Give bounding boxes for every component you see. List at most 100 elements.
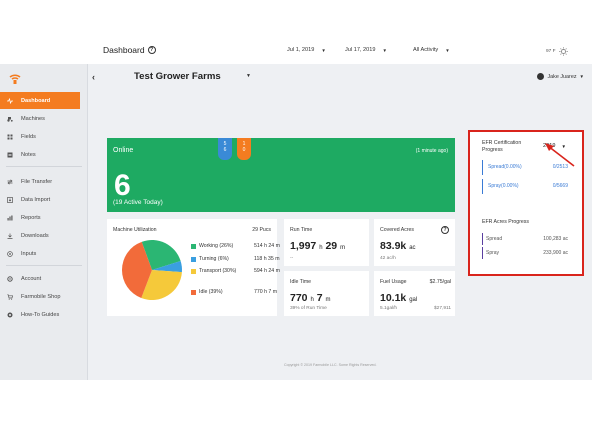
annotation-arrow-icon xyxy=(545,143,575,167)
tractor-icon xyxy=(7,116,13,122)
footer-copyright: Copyright © 2019 Farmobile LLC. Some Rig… xyxy=(284,363,377,367)
farm-selector[interactable]: Test Grower Farms xyxy=(134,71,221,82)
legend-value: 770 h 7 m xyxy=(254,289,278,295)
sidebar-item-data-import[interactable]: Data Import xyxy=(0,191,80,208)
user-menu[interactable]: Jake Juarez ▼ xyxy=(537,73,584,80)
legend-swatch xyxy=(191,269,196,274)
help-icon xyxy=(7,312,13,317)
run-time-card[interactable]: Run Time 1,997 h 29 m -- xyxy=(284,219,369,266)
sidebar-item-inputs[interactable]: Inputs xyxy=(0,245,80,262)
sidebar-item-label: Account xyxy=(21,275,42,282)
sidebar-item-label: Fields xyxy=(21,133,36,140)
online-card[interactable]: Online (1 minute ago) 6 (19 Active Today… xyxy=(107,138,455,212)
efr-certification-title: EFR Certification Progress xyxy=(482,140,522,153)
chevron-down-icon: ▼ xyxy=(579,74,584,79)
date-from-select[interactable]: Jul 1, 2019 ▼ xyxy=(287,47,326,53)
help-icon[interactable]: ? xyxy=(147,46,156,54)
efr-acres-title: EFR Acres Progress xyxy=(482,219,529,225)
gear-icon xyxy=(7,275,13,282)
efr-row-spray[interactable]: Spray(0.00%) 0/5669 xyxy=(482,179,568,194)
sidebar-item-reports[interactable]: Reports xyxy=(0,209,80,226)
legend-swatch xyxy=(191,290,196,295)
sidebar-divider xyxy=(6,166,82,167)
legend-value: 594 h 24 m xyxy=(254,268,280,274)
idle-time-value: 770 h 7 m xyxy=(290,292,331,304)
date-to-value: Jul 17, 2019 xyxy=(345,47,376,53)
sidebar-item-label: Downloads xyxy=(21,232,49,239)
efr-value: 0/5669 xyxy=(552,183,568,189)
sidebar-item-downloads[interactable]: Downloads xyxy=(0,227,80,244)
badge-bottom: 0 xyxy=(242,147,246,153)
download-icon xyxy=(7,233,13,239)
sidebar-item-label: Farmobile Shop xyxy=(21,293,61,300)
run-time-sub: -- xyxy=(290,256,294,261)
chevron-down-icon[interactable]: ▼ xyxy=(246,73,251,79)
transfer-icon xyxy=(7,179,13,184)
temperature: 97 F xyxy=(546,49,556,54)
sidebar-item-label: Inputs xyxy=(21,250,37,257)
covered-acres-value: 83.9k ac xyxy=(380,240,416,252)
user-name: Jake Juarez xyxy=(547,73,577,80)
efr-label: Spray(0.00%) xyxy=(488,183,519,189)
reports-icon xyxy=(7,215,13,220)
sidebar-item-dashboard[interactable]: Dashboard xyxy=(0,92,80,109)
notes-icon xyxy=(7,152,13,157)
import-icon xyxy=(7,196,13,203)
online-badge-blue[interactable]: 5 6 xyxy=(218,138,232,160)
sidebar: Dashboard Machines Fields Notes File Tra… xyxy=(0,64,88,380)
back-arrow-icon[interactable]: ‹ xyxy=(92,72,95,82)
legend-value: 118 h 35 m xyxy=(254,256,280,262)
sidebar-item-label: Notes xyxy=(21,151,36,158)
sidebar-item-label: Reports xyxy=(21,214,41,221)
chevron-down-icon: ▼ xyxy=(321,47,326,53)
fuel-usage-value: 10.1k gal xyxy=(380,292,418,304)
sidebar-item-fields[interactable]: Fields xyxy=(0,128,80,145)
idle-time-card[interactable]: Idle Time 770 h 7 m 39% of Run Time xyxy=(284,271,369,316)
legend-label: Working (26%) xyxy=(199,243,234,249)
page-title: Dashboard xyxy=(103,45,145,55)
pulse-icon xyxy=(7,97,13,104)
farmobile-logo-icon xyxy=(9,74,21,84)
sidebar-item-farmobile-shop[interactable]: Farmobile Shop xyxy=(0,288,80,305)
weather: 97 F xyxy=(546,47,568,56)
covered-acres-label: Covered Acres xyxy=(380,227,415,233)
fuel-usage-card[interactable]: Fuel Usage $2.75/gal 10.1k gal 5.1gal/h … xyxy=(374,271,455,316)
run-time-label: Run Time xyxy=(290,227,313,233)
date-to-select[interactable]: Jul 17, 2019 ▼ xyxy=(345,47,387,53)
sidebar-item-account[interactable]: Account xyxy=(0,270,80,287)
acres-value: 233,900 ac xyxy=(543,250,568,256)
online-badge-orange[interactable]: 1 0 xyxy=(237,138,251,160)
sidebar-item-label: Dashboard xyxy=(21,97,51,104)
page-title-row: Dashboard ? xyxy=(103,45,156,55)
idle-time-sub: 39% of Run Time xyxy=(290,306,327,311)
avatar xyxy=(537,73,545,80)
fields-icon xyxy=(7,134,13,139)
sidebar-item-label: How-To Guides xyxy=(21,311,60,318)
legend-swatch xyxy=(191,257,196,262)
sidebar-item-label: Data Import xyxy=(21,196,51,203)
activity-select[interactable]: All Activity ▼ xyxy=(413,47,450,53)
chevron-down-icon: ▼ xyxy=(445,47,450,53)
sidebar-item-label: File Transfer xyxy=(21,178,53,185)
active-today: (19 Active Today) xyxy=(113,199,163,206)
fuel-price: $2.75/gal xyxy=(429,279,451,285)
sidebar-item-notes[interactable]: Notes xyxy=(0,146,80,163)
sidebar-item-machines[interactable]: Machines xyxy=(0,110,80,127)
covered-acres-card[interactable]: Covered Acres ? 83.9k ac 42 ac/h xyxy=(374,219,455,266)
help-icon[interactable]: ? xyxy=(441,226,449,234)
badge-bottom: 6 xyxy=(223,147,227,153)
pucs-count: 29 Pucs xyxy=(252,227,271,233)
legend-label: Turning (6%) xyxy=(199,256,229,262)
sidebar-item-file-transfer[interactable]: File Transfer xyxy=(0,173,80,190)
inputs-icon xyxy=(7,250,13,257)
sun-icon xyxy=(558,47,568,56)
run-time-value: 1,997 h 29 m xyxy=(290,240,346,252)
online-updated: (1 minute ago) xyxy=(415,148,448,154)
efr-label: Spread(0.00%) xyxy=(488,164,522,170)
online-count: 6 xyxy=(114,169,131,202)
covered-acres-sub: 42 ac/h xyxy=(380,256,396,261)
sidebar-item-how-to-guides[interactable]: How-To Guides xyxy=(0,306,80,323)
sidebar-item-label: Machines xyxy=(21,115,45,122)
legend-label: Idle (39%) xyxy=(199,289,223,295)
legend-value: 514 h 24 m xyxy=(254,243,280,249)
